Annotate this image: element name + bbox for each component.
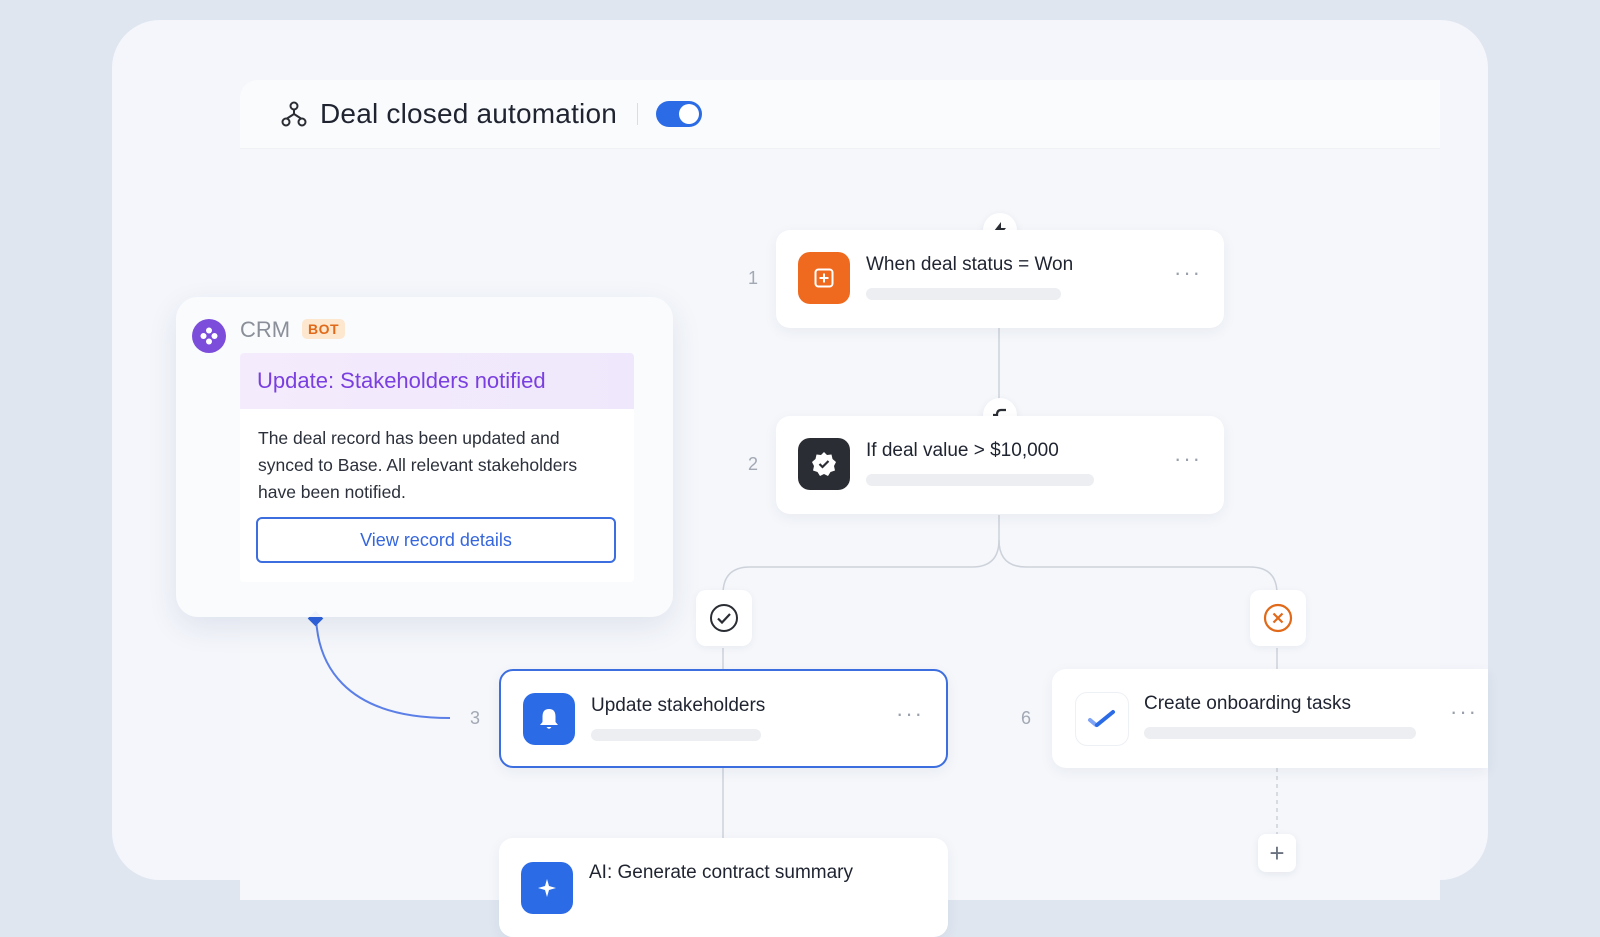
workflow-enabled-toggle[interactable] (656, 101, 703, 127)
step-number: 1 (748, 268, 759, 288)
step-placeholder-bar (866, 474, 1094, 486)
branch-false-marker[interactable] (1250, 590, 1306, 646)
step-number: 2 (748, 454, 759, 474)
crm-bot-message-card: CRM BOT Update: Stakeholders notified Th… (176, 297, 673, 617)
more-options-button[interactable]: ··· (1450, 701, 1478, 723)
view-record-details-button[interactable]: View record details (256, 517, 616, 563)
plus-icon: + (1269, 837, 1285, 868)
step-card-condition[interactable]: If deal value > $10,000 ··· (776, 416, 1224, 514)
step-icon-box (523, 693, 575, 745)
plus-square-icon (814, 268, 834, 288)
more-options-button[interactable]: ··· (896, 703, 924, 725)
step-placeholder-bar (866, 288, 1061, 300)
checkmark-icon (1088, 710, 1115, 727)
step-card-update-stakeholders[interactable]: Update stakeholders ··· (499, 669, 948, 768)
bot-badge: BOT (302, 319, 346, 339)
step-icon-box (798, 438, 850, 490)
step-card-ai-summary[interactable]: AI: Generate contract summary (499, 838, 948, 937)
more-options-button[interactable]: ··· (1174, 448, 1202, 470)
sender-name: CRM (240, 317, 291, 342)
workflow-icon (281, 101, 307, 127)
workflow-title: Deal closed automation (320, 98, 618, 129)
step-icon-box (1075, 692, 1129, 746)
toggle-knob (679, 104, 700, 124)
bell-icon (540, 709, 558, 729)
verified-badge-icon (812, 452, 836, 476)
message-content: Update: Stakeholders notified The deal r… (240, 353, 634, 582)
message-title: Update: Stakeholders notified (240, 353, 634, 409)
step-card-trigger[interactable]: When deal status = Won ··· (776, 230, 1224, 328)
header-divider (637, 103, 639, 125)
step-card-onboarding-tasks[interactable]: Create onboarding tasks ··· (1052, 669, 1488, 768)
message-body: The deal record has been updated and syn… (258, 428, 578, 502)
step-number: 6 (1021, 708, 1032, 728)
step-label: When deal status = Won (866, 254, 1074, 275)
branch-true-marker[interactable] (696, 590, 752, 646)
step-label: If deal value > $10,000 (866, 440, 1059, 461)
step-icon-box (521, 862, 573, 914)
step-number: 3 (470, 708, 481, 728)
check-circle-icon (710, 604, 738, 632)
crm-logo-icon (200, 327, 218, 345)
step-icon-box (798, 252, 850, 304)
more-options-button[interactable]: ··· (1174, 262, 1202, 284)
step-placeholder-bar (1144, 727, 1416, 739)
step-placeholder-bar (591, 729, 761, 741)
crm-avatar (192, 319, 226, 353)
step-label: Update stakeholders (591, 695, 766, 716)
ai-icon (538, 879, 556, 897)
x-circle-icon (1263, 603, 1293, 633)
step-label: Create onboarding tasks (1144, 693, 1352, 714)
add-step-button[interactable]: + (1258, 834, 1296, 872)
workflow-header: Deal closed automation (240, 80, 1440, 148)
step-label: AI: Generate contract summary (589, 862, 853, 883)
